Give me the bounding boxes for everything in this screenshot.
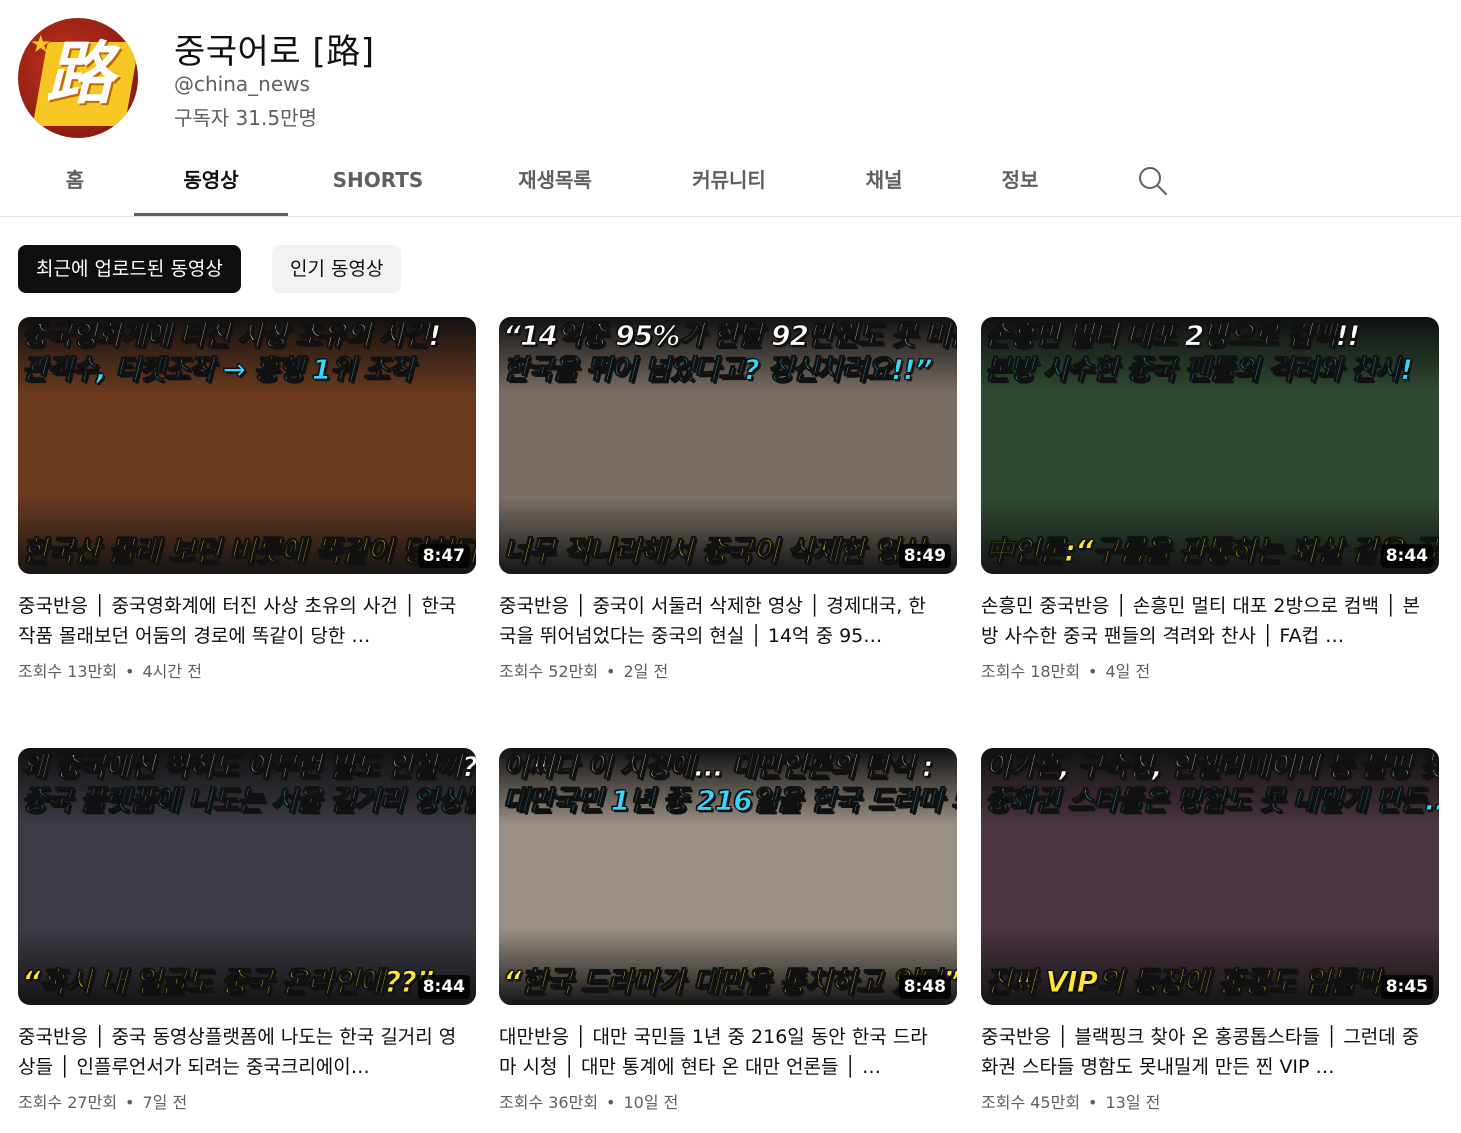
thumbnail-caption-top: 손흥민 멀티 대포 2방으로 컴백!! bbox=[985, 321, 1361, 352]
video-card[interactable]: 어쩌다 이 지경에... 대만언론의 탄식 : 대만국민 1년 중 216일을 … bbox=[499, 748, 957, 1113]
video-meta: 조회수 52만회 • 2일 전 bbox=[499, 658, 957, 682]
thumbnail-caption-sub: 관객수, 티켓조작 → 흥행 1위 조작 bbox=[22, 355, 415, 386]
thumbnail-caption-sub: 대만국민 1년 중 216일을 한국 드라마 봐... bbox=[503, 786, 958, 817]
separator-dot: • bbox=[606, 1093, 616, 1112]
video-card[interactable]: 왜 중국에선 찍혀도 아무런 말도 안할까? 중국 플랫폼에 나도는 서울 길거… bbox=[18, 748, 476, 1113]
thumbnail-caption-sub: 중국 플랫폼에 나도는 서울 길거리 영상들... bbox=[22, 786, 477, 817]
duration-badge: 8:47 bbox=[417, 544, 470, 568]
upload-age: 10일 전 bbox=[623, 1093, 679, 1112]
video-title[interactable]: 손흥민 중국반응 │ 손흥민 멀티 대포 2방으로 컴백 │ 본방 사수한 중국… bbox=[981, 591, 1421, 651]
video-meta: 조회수 36만회 • 10일 전 bbox=[499, 1089, 957, 1113]
separator-dot: • bbox=[125, 1093, 135, 1112]
view-count: 조회수 18만회 bbox=[981, 662, 1081, 681]
channel-title: 중국어로 [路] bbox=[174, 32, 375, 72]
video-thumbnail[interactable]: 왜 중국에선 찍혀도 아무런 말도 안할까? 중국 플랫폼에 나도는 서울 길거… bbox=[18, 748, 476, 1005]
video-title[interactable]: 중국반응 │ 블랙핑크 찾아 온 홍콩톱스타들 │ 그런데 중화권 스타들 명함… bbox=[981, 1022, 1421, 1082]
thumbnail-caption-top: 이가흔, 구숙정, 안젤라베이비 등 블핑 찾은 bbox=[985, 752, 1440, 783]
duration-badge: 8:44 bbox=[1380, 544, 1433, 568]
thumbnail-caption-sub: 한국을 뛰어 넘었다고? 정신차려요!!” bbox=[503, 355, 934, 386]
view-count: 조회수 13만회 bbox=[18, 662, 118, 681]
upload-age: 13일 전 bbox=[1105, 1093, 1161, 1112]
separator-dot: • bbox=[606, 662, 616, 681]
upload-age: 2일 전 bbox=[623, 662, 669, 681]
tab-community[interactable]: 커뮤니티 bbox=[674, 150, 784, 216]
separator-dot: • bbox=[1088, 662, 1098, 681]
video-card[interactable]: 이가흔, 구숙정, 안젤라베이비 등 블핑 찾은 중화권 스타들은 명함도 못 … bbox=[981, 748, 1439, 1113]
thumbnail-caption-top: “14억중 95%가 한달 92만원도 못 버는데 bbox=[503, 321, 958, 352]
thumbnail-caption-top: 왜 중국에선 찍혀도 아무런 말도 안할까? bbox=[22, 752, 477, 783]
duration-badge: 8:48 bbox=[898, 975, 951, 999]
upload-age: 7일 전 bbox=[142, 1093, 188, 1112]
view-count: 조회수 45만회 bbox=[981, 1093, 1081, 1112]
video-thumbnail[interactable]: 어쩌다 이 지경에... 대만언론의 탄식 : 대만국민 1년 중 216일을 … bbox=[499, 748, 957, 1005]
duration-badge: 8:44 bbox=[417, 975, 470, 999]
separator-dot: • bbox=[1088, 1093, 1098, 1112]
tab-shorts[interactable]: SHORTS bbox=[318, 150, 438, 216]
view-count: 조회수 27만회 bbox=[18, 1093, 118, 1112]
thumbnail-caption-bottom: 진짜 VIP의 등장에 홍콩도 입틀막 bbox=[985, 967, 1383, 999]
tab-videos[interactable]: 동영상 bbox=[134, 150, 288, 216]
video-title[interactable]: 중국반응 │ 중국이 서둘러 삭제한 영상 │ 경제대국, 한국을 뛰어넘었다는… bbox=[499, 591, 939, 651]
video-card[interactable]: 중국영화계에 터진 사상 초유의 사건! 관객수, 티켓조작 → 흥행 1위 조… bbox=[18, 317, 476, 682]
thumbnail-caption-bottom: 너무 적나라해서 중국이 삭제한 영상 bbox=[503, 536, 927, 568]
tab-home[interactable]: 홈 bbox=[50, 150, 100, 216]
thumbnail-caption-bottom: 中언론:“구름을 관통하는 화살 같은 골 bbox=[985, 536, 1439, 568]
duration-badge: 8:45 bbox=[1380, 975, 1433, 999]
thumbnail-caption-sub: 본방 사수한 중국 팬들의 격려와 찬사! bbox=[985, 355, 1414, 386]
tab-about[interactable]: 정보 bbox=[984, 150, 1056, 216]
duration-badge: 8:49 bbox=[898, 544, 951, 568]
video-thumbnail[interactable]: 이가흔, 구숙정, 안젤라베이비 등 블핑 찾은 중화권 스타들은 명함도 못 … bbox=[981, 748, 1439, 1005]
avatar-glyph: 路 bbox=[46, 34, 115, 114]
channel-header: ★ 路 중국어로 [路] @china_news 구독자 31.5만명 bbox=[0, 0, 1461, 150]
video-title[interactable]: 중국반응 │ 중국 동영상플랫폼에 나도는 한국 길거리 영상들 │ 인플루언서… bbox=[18, 1022, 458, 1082]
video-title[interactable]: 대만반응 │ 대만 국민들 1년 중 216일 동안 한국 드라마 시청 │ 대… bbox=[499, 1022, 939, 1082]
channel-handle: @china_news bbox=[174, 72, 310, 96]
search-icon[interactable] bbox=[1136, 164, 1170, 198]
video-title[interactable]: 중국반응 │ 중국영화계에 터진 사상 초유의 사건 │ 한국작품 몰래보던 어… bbox=[18, 591, 458, 651]
thumbnail-caption-bottom: “한국 드라마가 대만을 통치하고 있다” bbox=[503, 967, 958, 999]
channel-tabs: 홈 동영상 SHORTS 재생목록 커뮤니티 채널 정보 bbox=[0, 150, 1461, 217]
thumbnail-caption-sub: 중화권 스타들은 명함도 못 내밀게 만든... bbox=[985, 786, 1440, 817]
video-meta: 조회수 18만회 • 4일 전 bbox=[981, 658, 1439, 682]
chip-recent[interactable]: 최근에 업로드된 동영상 bbox=[18, 245, 241, 293]
thumbnail-caption-bottom: “혹시 내 얼굴도 중국 온라인에??” bbox=[22, 967, 436, 999]
video-meta: 조회수 13만회 • 4시간 전 bbox=[18, 658, 476, 682]
video-meta: 조회수 45만회 • 13일 전 bbox=[981, 1089, 1439, 1113]
video-thumbnail[interactable]: 중국영화계에 터진 사상 초유의 사건! 관객수, 티켓조작 → 흥행 1위 조… bbox=[18, 317, 476, 574]
view-count: 조회수 36만회 bbox=[499, 1093, 599, 1112]
video-meta: 조회수 27만회 • 7일 전 bbox=[18, 1089, 476, 1113]
tab-playlists[interactable]: 재생목록 bbox=[500, 150, 610, 216]
upload-age: 4일 전 bbox=[1105, 662, 1151, 681]
thumbnail-caption-top: 어쩌다 이 지경에... 대만언론의 탄식 : bbox=[503, 752, 935, 783]
video-card[interactable]: 손흥민 멀티 대포 2방으로 컴백!! 본방 사수한 중국 팬들의 격려와 찬사… bbox=[981, 317, 1439, 682]
video-card[interactable]: “14억중 95%가 한달 92만원도 못 버는데 한국을 뛰어 넘었다고? 정… bbox=[499, 317, 957, 682]
subscriber-count: 구독자 31.5만명 bbox=[174, 106, 317, 130]
video-thumbnail[interactable]: 손흥민 멀티 대포 2방으로 컴백!! 본방 사수한 중국 팬들의 격려와 찬사… bbox=[981, 317, 1439, 574]
thumbnail-caption-top: 중국영화계에 터진 사상 초유의 사건! bbox=[22, 321, 442, 352]
channel-avatar[interactable]: ★ 路 bbox=[18, 18, 138, 138]
tab-channels[interactable]: 채널 bbox=[848, 150, 920, 216]
thumbnail-caption-bottom: 한국산 몰래 보던 버릇에 똑같이 당하다 bbox=[22, 536, 477, 568]
chip-popular[interactable]: 인기 동영상 bbox=[272, 245, 402, 293]
separator-dot: • bbox=[125, 662, 135, 681]
upload-age: 4시간 전 bbox=[142, 662, 202, 681]
video-thumbnail[interactable]: “14억중 95%가 한달 92만원도 못 버는데 한국을 뛰어 넘었다고? 정… bbox=[499, 317, 957, 574]
view-count: 조회수 52만회 bbox=[499, 662, 599, 681]
